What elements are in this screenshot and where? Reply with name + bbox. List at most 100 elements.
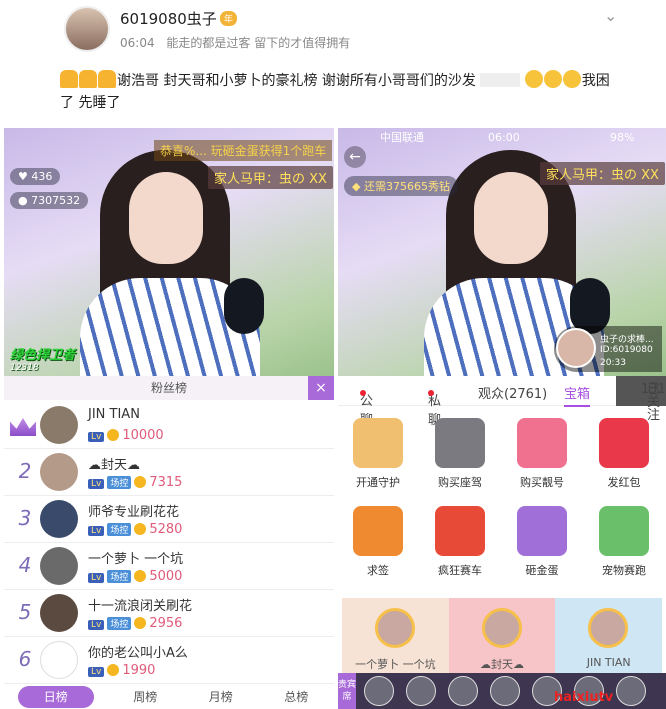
user-avatar[interactable] xyxy=(64,6,110,52)
host-avatar[interactable] xyxy=(556,328,596,368)
rank-row[interactable]: 5 十一流浪闭关刷花 Lv 场控 2956 xyxy=(4,590,334,637)
car-icon xyxy=(435,418,485,468)
number-icon xyxy=(517,418,567,468)
avatar[interactable] xyxy=(448,676,478,706)
rank-row[interactable]: 3 师爷专业刷花花 Lv 场控 5280 xyxy=(4,496,334,543)
chat-tabs: 公聊 私聊 观众(2761) 宝箱 已关注1311 xyxy=(338,376,666,428)
fan-card[interactable]: ☁封天☁ xyxy=(448,598,556,678)
tab-treasure[interactable]: 宝箱 xyxy=(564,383,591,407)
coin-count: ● 7307532 xyxy=(10,192,89,209)
avatar[interactable] xyxy=(40,641,78,679)
rank-number: 4 xyxy=(18,553,32,577)
rank-number: 2 xyxy=(18,459,32,483)
fan-card-name: ☁封天☁ xyxy=(480,658,524,671)
rank-row[interactable]: 4 一个萝卜 一个坑 Lv 场控 5000 xyxy=(4,543,334,590)
avatar xyxy=(481,608,522,648)
rank-badges: Lv 场控 7315 xyxy=(88,475,182,490)
live-video: 恭喜%... 玩砸金蛋获得1个跑车 ♥ 436 ● 7307532 家人马甲：虫… xyxy=(4,128,334,376)
feature-guard[interactable]: 开通守护 xyxy=(348,418,408,490)
rank-name: JIN TIAN xyxy=(88,407,140,422)
family-tag: 家人马甲：虫の XX xyxy=(208,166,333,189)
notification-dot xyxy=(428,390,434,396)
back-arrow-icon[interactable]: ← xyxy=(344,146,366,168)
feature-racing[interactable]: 疯狂赛车 xyxy=(430,506,490,578)
rank-name: ☁封天☁ xyxy=(88,458,141,473)
viewer-count: ♥ 436 xyxy=(10,168,61,185)
feature-number[interactable]: 购买靓号 xyxy=(512,418,572,490)
rank-name: 十一流浪闭关刷花 xyxy=(88,599,193,614)
right-screenshot: 中国联通 06:00 98% ← 家人马甲：虫の XX ◆ 还需375665秀钻… xyxy=(338,128,666,709)
rank-number: 5 xyxy=(18,600,32,624)
feature-car[interactable]: 购买座驾 xyxy=(430,418,490,490)
host-card[interactable]: 虫子の求棒... ID:6019080 20:33 xyxy=(554,326,662,372)
vip-seat-label: 贵宾席 xyxy=(338,673,356,709)
avatar[interactable] xyxy=(406,676,436,706)
tab-monthly[interactable]: 月榜 xyxy=(183,685,259,709)
racing-icon xyxy=(435,506,485,556)
person-face xyxy=(129,172,203,264)
avatar xyxy=(375,608,415,648)
fortune-icon xyxy=(353,506,403,556)
feature-fortune[interactable]: 求签 xyxy=(348,506,408,578)
post-text-main: 谢浩哥 封天哥和小萝卜的豪礼榜 谢谢所有小哥哥们的沙发 xyxy=(117,73,476,89)
vip-seat-strip: 贵宾席 xyxy=(338,673,666,709)
tab-weekly[interactable]: 周榜 xyxy=(108,685,184,709)
microphone xyxy=(224,278,264,334)
avatar[interactable] xyxy=(40,406,78,444)
host-id: ID:6019080 xyxy=(600,345,653,355)
avatar[interactable] xyxy=(40,453,78,491)
host-name: 虫子の求棒... xyxy=(600,335,654,345)
avatar[interactable] xyxy=(616,676,646,706)
rank-number: 3 xyxy=(18,506,32,530)
avatar[interactable] xyxy=(490,676,520,706)
notification-dot xyxy=(360,390,366,396)
feature-pet-race[interactable]: 宠物赛跑 xyxy=(594,506,654,578)
rank-row[interactable]: 2 ☁封天☁ Lv 场控 7315 xyxy=(4,449,334,496)
status-bar: 中国联通 06:00 98% xyxy=(338,128,666,148)
rank-name: 你的老公叫小A么 xyxy=(88,646,188,661)
close-icon[interactable]: × xyxy=(308,376,334,400)
username[interactable]: 6019080虫子年 xyxy=(120,8,237,29)
chevron-down-icon[interactable]: ⌄ xyxy=(604,6,617,25)
avatar xyxy=(588,608,629,648)
carrier: 中国联通 xyxy=(380,131,424,144)
gift-banner: 恭喜%... 玩砸金蛋获得1个跑车 xyxy=(154,140,333,161)
battery: 98% xyxy=(610,131,635,144)
fan-card[interactable]: 一个萝卜 一个坑 xyxy=(342,598,449,678)
rank-period-tabs: 日榜 周榜 月榜 总榜 xyxy=(4,685,334,709)
rank-badges: Lv 1990 xyxy=(88,663,155,678)
rank-row[interactable]: JIN TIAN Lv 10000 xyxy=(4,402,334,449)
rank-badges: Lv 场控 2956 xyxy=(88,616,182,631)
red-packet-icon xyxy=(599,418,649,468)
fan-card[interactable]: JIN TIAN xyxy=(555,598,663,678)
channel-logo: 绿色捍卫者 12318 xyxy=(10,348,76,373)
golden-egg-icon xyxy=(517,506,567,556)
elephant-icon xyxy=(599,506,649,556)
vip-badge: 年 xyxy=(219,11,237,26)
tab-audience[interactable]: 观众(2761) xyxy=(478,383,547,402)
follow-button[interactable]: 已关注1311 xyxy=(616,376,666,422)
avatar[interactable] xyxy=(40,547,78,585)
rank-name: 一个萝卜 一个坑 xyxy=(88,552,184,567)
rank-row[interactable]: 6 你的老公叫小A么 Lv 1990 xyxy=(4,637,334,684)
person-face xyxy=(474,172,548,264)
avatar[interactable] xyxy=(40,594,78,632)
host-time: 20:33 xyxy=(600,358,626,368)
guard-icon xyxy=(353,418,403,468)
fan-rank-title: 粉丝榜 xyxy=(150,381,187,395)
fan-card-name: JIN TIAN xyxy=(586,656,631,669)
pray-emoji-icon xyxy=(98,70,116,88)
diamond-needed: ◆ 还需375665秀钻 xyxy=(344,176,458,196)
avatar[interactable] xyxy=(364,676,394,706)
tab-daily[interactable]: 日榜 xyxy=(18,686,94,708)
rank-badges: Lv 场控 5000 xyxy=(88,569,182,584)
post-meta: 06:04 能走的都是过客 留下的才值得拥有 xyxy=(120,34,358,51)
watermark: haixiutv xyxy=(554,690,614,705)
live-video: 中国联通 06:00 98% ← 家人马甲：虫の XX ◆ 还需375665秀钻… xyxy=(338,128,666,376)
rank-badges: Lv 场控 5280 xyxy=(88,522,182,537)
avatar[interactable] xyxy=(40,500,78,538)
feature-golden-egg[interactable]: 砸金蛋 xyxy=(512,506,572,578)
feature-red-packet[interactable]: 发红包 xyxy=(594,418,654,490)
tab-total[interactable]: 总榜 xyxy=(259,685,335,709)
blurred-text xyxy=(480,73,521,87)
